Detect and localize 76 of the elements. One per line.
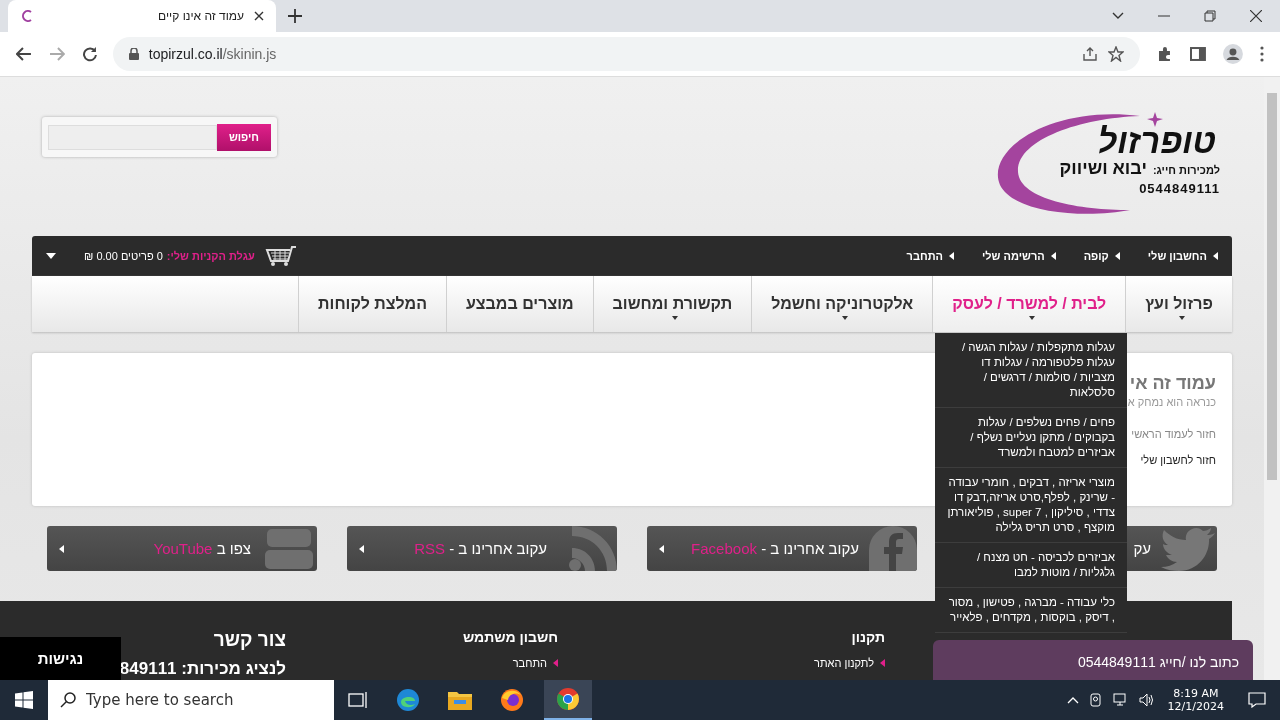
logo-sales-label: למכירות חייג: [1152, 164, 1220, 176]
logo-phone: 0544849111 [1139, 181, 1220, 196]
cart-icon[interactable] [264, 245, 297, 267]
menu-tab[interactable]: המלצת לקוחות [298, 276, 446, 332]
menu-tab[interactable]: לבית / למשרד / לעסק [932, 276, 1126, 332]
footer-heading: תקנון [851, 629, 885, 645]
top-link[interactable]: הרשימה שלי [982, 250, 1056, 262]
lock-icon [128, 48, 139, 60]
menu-tab[interactable]: תקשורת ומחשוב [592, 276, 752, 332]
dropdown-item[interactable]: עגלות מתקפלות / עגלות הגשה / עגלות פלטפורמה / עגלות דו מצביות / סולמות / דרגשים / סלסלאות [935, 333, 1127, 408]
clock-date: 12/1/2024 [1167, 700, 1224, 713]
side-panel-icon[interactable] [1190, 47, 1207, 61]
chevron-down-icon[interactable] [1112, 12, 1124, 20]
footer-link[interactable]: לתקנון האתר [814, 657, 885, 669]
dropdown-item[interactable]: פחים / פחים נשלפים / עגלות בקבוקים / מתקן נעליים נשלף / אביזרים למטבח ולמשרד [935, 408, 1127, 468]
close-icon[interactable] [254, 11, 264, 21]
speaker-icon[interactable] [1138, 693, 1155, 707]
reload-icon[interactable] [81, 46, 98, 62]
page-heading: עמוד זה אי [1129, 373, 1216, 394]
camera-icon[interactable] [1088, 693, 1103, 707]
profile-icon[interactable] [1223, 44, 1243, 64]
caret-icon[interactable] [46, 253, 56, 259]
page-link[interactable]: חזור לעמוד הראשי [1131, 428, 1216, 440]
logo-tagline: יבוא ושיווק [1059, 158, 1147, 179]
share-icon[interactable] [1082, 46, 1099, 62]
dropdown-item[interactable]: כלי עבודה - מברגה , פטישון , מסור , דיסק , בוקסות , מקדחים , פלאייר [935, 588, 1127, 633]
chat-widget[interactable]: כתוב לנו /חייג 0544849111 [933, 640, 1253, 680]
footer-link[interactable]: התחבר [512, 657, 558, 669]
cart-label: עגלת הקניות שלי: [166, 250, 255, 262]
footer-heading: צור קשר [213, 629, 286, 651]
facebook-f-icon [869, 526, 917, 571]
bird-icon [1161, 526, 1217, 571]
browser-tab[interactable]: עמוד זה אינו קיים [8, 0, 276, 32]
arrow-icon [659, 544, 664, 553]
page-link[interactable]: חזור לחשבון שלי [1140, 454, 1216, 466]
chrome-taskbar-button[interactable] [544, 680, 592, 720]
logo-brand: טופרזול [1097, 122, 1216, 160]
chrome-icon [556, 687, 580, 711]
search-button[interactable]: חיפוש [217, 123, 271, 151]
footer-heading: חשבון משתמש [462, 629, 558, 645]
top-link[interactable]: החשבון שלי [1147, 250, 1218, 262]
network-icon[interactable] [1112, 693, 1129, 707]
taskbar-search-field[interactable]: Type here to search [48, 680, 334, 720]
dropdown-item[interactable]: מוצרי אריזה , דבקים , חומרי עבודה - שרינק , לפלף,סרט אריזה,דבק דו צדדי , סיליקון , super 7 , פוליאורתן מוקצף , סרט תריס גלילה [935, 468, 1127, 543]
url-text: topirzul.co.il/skinin.js [148, 46, 277, 62]
accessibility-button[interactable]: נגישות [0, 637, 121, 680]
arrow-icon [359, 544, 364, 553]
firefox-icon[interactable] [500, 688, 524, 712]
tab-title: עמוד זה אינו קיים [158, 9, 244, 23]
task-view-icon[interactable] [348, 691, 368, 709]
page-subtitle: כנראה הוא נמחק א [1127, 396, 1216, 408]
clock-time: 8:19 AM [1173, 687, 1219, 700]
search-icon [60, 692, 76, 708]
menu-tab[interactable]: אלקטרוניקה וחשמל [751, 276, 933, 332]
folder-icon[interactable] [448, 690, 472, 710]
top-link[interactable]: התחבר [906, 250, 954, 262]
search-field[interactable] [48, 124, 217, 150]
address-bar[interactable]: topirzul.co.il/skinin.js [112, 37, 1141, 71]
social-label: עק [1133, 540, 1151, 557]
close-icon[interactable] [1250, 10, 1262, 22]
windows-start-icon[interactable] [15, 691, 33, 709]
menu-tab[interactable]: מוצרים במבצע [445, 276, 593, 332]
notification-icon[interactable] [1248, 692, 1266, 708]
menu-icon[interactable] [1260, 46, 1264, 62]
top-link[interactable]: קופה [1083, 250, 1120, 262]
star-icon[interactable] [1108, 46, 1125, 62]
restore-icon[interactable] [1204, 10, 1216, 22]
chevron-up-icon[interactable] [1066, 696, 1079, 704]
footer-contact-text: לנציג מכירות: 849111 [119, 659, 286, 679]
dropdown-item[interactable]: אביזרים לכביסה - חט מצנח / גלגליות / מוטות למבו [935, 543, 1127, 588]
back-icon[interactable] [16, 47, 32, 61]
edge-icon[interactable] [396, 688, 420, 712]
cart-summary[interactable]: 0 פריטים 0.00 ₪ [84, 250, 163, 262]
new-tab-icon[interactable] [288, 9, 302, 23]
arrow-icon [59, 544, 64, 553]
site-favicon-icon [20, 9, 34, 23]
